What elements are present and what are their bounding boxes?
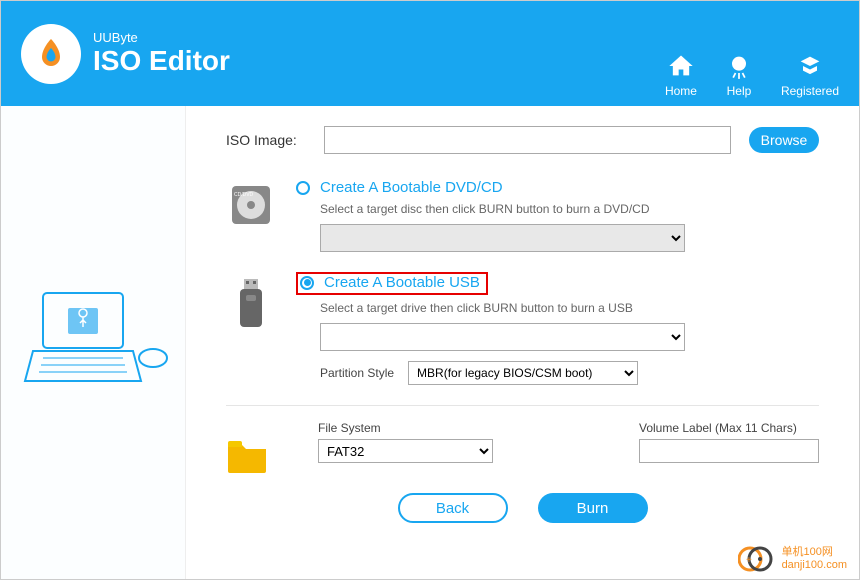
main-content: ISO Image: Browse CD/DVD Create A Bootab… xyxy=(186,106,859,579)
radio-usb[interactable] xyxy=(300,276,314,290)
back-button[interactable]: Back xyxy=(398,493,508,523)
bottom-row: File System FAT32 Volume Label (Max 11 C… xyxy=(226,421,819,473)
browse-button[interactable]: Browse xyxy=(749,127,819,153)
nav-home-label: Home xyxy=(665,84,697,98)
svg-text:+: + xyxy=(746,555,752,566)
dvd-target-select[interactable] xyxy=(320,224,685,252)
logo-wrap: UUByte ISO Editor xyxy=(21,24,230,84)
iso-input[interactable] xyxy=(324,126,731,154)
home-icon xyxy=(667,52,695,80)
nav-registered-label: Registered xyxy=(781,84,839,98)
app-header: UUByte ISO Editor Home Help Registered xyxy=(1,1,859,106)
iso-label: ISO Image: xyxy=(226,132,306,148)
watermark-icon: + xyxy=(738,545,776,573)
dvd-desc: Select a target disc then click BURN but… xyxy=(320,202,819,216)
button-row: Back Burn xyxy=(226,493,819,523)
svg-text:CD/DVD: CD/DVD xyxy=(234,192,254,198)
burn-button[interactable]: Burn xyxy=(538,493,648,523)
logo-circle xyxy=(21,24,81,84)
filesystem-select[interactable]: FAT32 xyxy=(318,439,493,463)
registered-icon xyxy=(796,52,824,80)
option-usb-block: Create A Bootable USB Select a target dr… xyxy=(226,272,819,385)
watermark-line1: 单机100网 xyxy=(782,546,847,559)
flame-icon xyxy=(33,36,69,72)
nav-registered[interactable]: Registered xyxy=(781,52,839,98)
help-icon xyxy=(725,52,753,80)
usb-desc: Select a target drive then click BURN bu… xyxy=(320,301,819,315)
header-nav: Home Help Registered xyxy=(665,52,839,98)
partition-select[interactable]: MBR(for legacy BIOS/CSM boot) xyxy=(408,361,638,385)
sidebar xyxy=(1,106,186,579)
product-label: ISO Editor xyxy=(93,45,230,77)
nav-help-label: Help xyxy=(727,84,752,98)
folder-icon xyxy=(226,439,268,473)
partition-label: Partition Style xyxy=(320,366,394,380)
watermark: + 单机100网 danji100.com xyxy=(738,545,847,573)
radio-usb-label: Create A Bootable USB xyxy=(324,274,480,291)
radio-dvd[interactable] xyxy=(296,181,310,195)
nav-help[interactable]: Help xyxy=(725,52,753,98)
volumelabel-label: Volume Label (Max 11 Chars) xyxy=(639,421,819,435)
brand-label: UUByte xyxy=(93,30,230,45)
divider xyxy=(226,405,819,406)
watermark-line2: danji100.com xyxy=(782,559,847,572)
radio-dvd-label: Create A Bootable DVD/CD xyxy=(320,179,503,196)
usb-highlight: Create A Bootable USB xyxy=(296,272,488,295)
iso-row: ISO Image: Browse xyxy=(226,126,819,154)
filesystem-label: File System xyxy=(318,421,493,435)
nav-home[interactable]: Home xyxy=(665,52,697,98)
volumelabel-input[interactable] xyxy=(639,439,819,463)
laptop-illustration xyxy=(13,263,173,423)
dvd-icon: CD/DVD xyxy=(230,184,272,226)
usb-icon xyxy=(236,277,266,329)
usb-target-select[interactable] xyxy=(320,323,685,351)
app-title: UUByte ISO Editor xyxy=(93,30,230,77)
option-dvd-block: CD/DVD Create A Bootable DVD/CD Select a… xyxy=(226,179,819,252)
